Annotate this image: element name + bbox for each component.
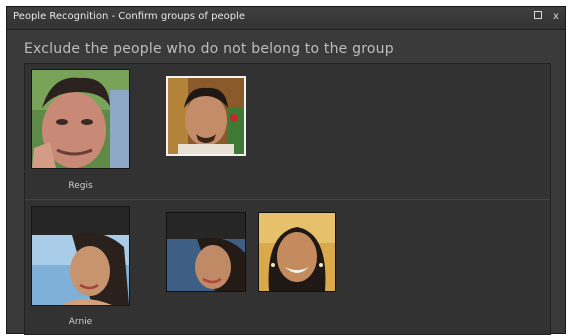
candidate-thumbnail[interactable] bbox=[166, 212, 246, 292]
groups-panel[interactable]: Regis Arnie bbox=[24, 63, 551, 335]
key-face-arnie[interactable] bbox=[31, 206, 130, 306]
close-icon[interactable]: x bbox=[551, 11, 561, 23]
group-arnie: Arnie bbox=[25, 200, 550, 336]
maximize-icon[interactable] bbox=[533, 11, 543, 23]
group-name-arnie: Arnie bbox=[68, 317, 93, 327]
candidate-thumbnail[interactable] bbox=[258, 212, 336, 292]
instruction-heading: Exclude the people who do not belong to … bbox=[24, 41, 394, 57]
candidate-thumbnail[interactable] bbox=[166, 76, 246, 156]
key-face-regis[interactable] bbox=[31, 69, 130, 169]
title-bar[interactable]: People Recognition - Confirm groups of p… bbox=[7, 7, 565, 30]
window-title: People Recognition - Confirm groups of p… bbox=[13, 11, 245, 22]
group-regis: Regis bbox=[25, 64, 550, 199]
window-controls: x bbox=[533, 11, 561, 23]
group-name-regis: Regis bbox=[68, 181, 93, 191]
people-recognition-dialog: People Recognition - Confirm groups of p… bbox=[6, 6, 566, 335]
